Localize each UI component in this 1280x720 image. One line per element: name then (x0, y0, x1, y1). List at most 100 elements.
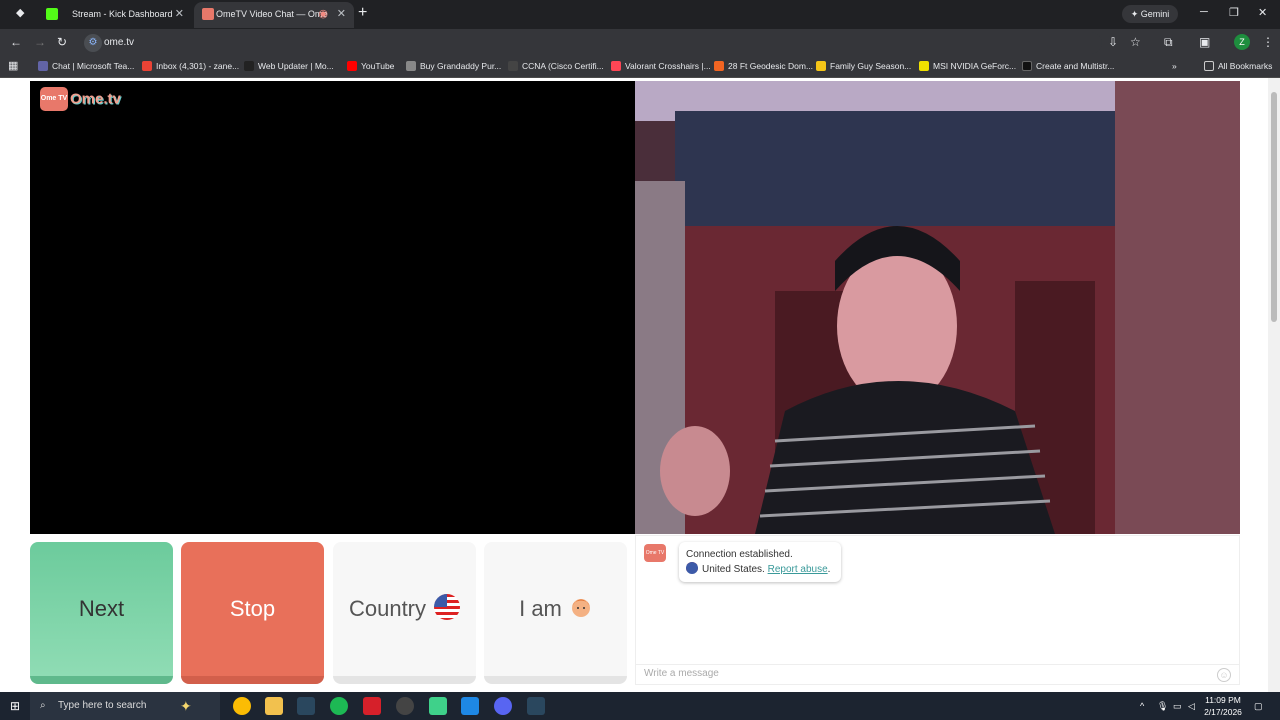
app-green-icon[interactable] (429, 697, 447, 715)
close-tab-icon[interactable]: ✕ (175, 2, 184, 26)
install-icon[interactable]: ⇩ (1108, 35, 1118, 49)
more-bookmarks-icon[interactable]: » (1172, 56, 1177, 77)
app-red-icon[interactable] (363, 697, 381, 715)
restore-icon[interactable]: ❐ (1229, 6, 1239, 19)
bookmark-label: Create and Multistr... (1036, 61, 1115, 71)
volume-icon[interactable]: ◁ (1188, 692, 1195, 720)
tray-chevron-icon[interactable]: ^ (1140, 692, 1144, 720)
address-bar[interactable]: ⚙ ome.tv (82, 32, 1102, 54)
extensions-icon[interactable]: ⧉ (1164, 35, 1173, 50)
obs-icon[interactable] (396, 697, 414, 715)
bookmark-item[interactable]: Family Guy Season... (816, 56, 911, 77)
next-button[interactable]: Next (30, 542, 173, 684)
bookmark-item[interactable]: Create and Multistr... (1022, 56, 1114, 77)
chat-panel: Ome TV Connection established. United St… (635, 535, 1240, 685)
us-flag-icon (434, 594, 461, 620)
clock-time: 11:09 PM (1205, 695, 1241, 705)
discord-icon[interactable] (494, 697, 512, 715)
country-button[interactable]: Country (333, 542, 476, 684)
bookmark-item[interactable]: YouTube (347, 56, 394, 77)
ometv-page: Ome TV Ome.tv Next Stop Country I am Ome… (0, 78, 1280, 692)
side-panel-icon[interactable]: ▣ (1199, 35, 1210, 49)
country-text: United States. (702, 564, 765, 575)
iam-label: I am (519, 596, 562, 621)
tab-search-icon[interactable]: ◆ (16, 6, 24, 19)
bookmark-item[interactable]: Valorant Crosshairs |... (611, 56, 711, 77)
bookmark-item[interactable]: Inbox (4,301) - zane... (142, 56, 239, 77)
file-explorer-icon[interactable] (265, 697, 283, 715)
gmail-icon (142, 61, 152, 71)
boy-face-icon (570, 545, 592, 617)
gemini-button[interactable]: ✦ Gemini (1122, 5, 1178, 23)
webupdater-icon (244, 61, 254, 71)
forward-icon[interactable]: → (34, 35, 46, 49)
windows-start-icon[interactable]: ⊞ (10, 692, 20, 720)
close-window-icon[interactable]: ✕ (1258, 6, 1267, 19)
restream-icon (1022, 61, 1032, 71)
steam-2-icon[interactable] (527, 697, 545, 715)
youtube-icon (347, 61, 357, 71)
familyguy-icon (816, 61, 826, 71)
steam-icon[interactable] (297, 697, 315, 715)
all-bookmarks-label: All Bookmarks (1218, 61, 1273, 71)
minimize-icon[interactable]: ─ (1200, 6, 1208, 18)
tab-kick-dashboard[interactable]: Stream - Kick Dashboard ✕ (30, 2, 192, 28)
microphone-icon[interactable]: 🎙 (1157, 692, 1168, 720)
country-label: Country (348, 596, 427, 621)
scroll-thumb[interactable] (1271, 92, 1277, 322)
gender-button[interactable]: I am (484, 542, 627, 684)
sparkle-icon: ✦ (180, 698, 192, 714)
chrome-taskbar-icon[interactable] (233, 697, 251, 715)
connection-status: Connection established. (686, 549, 793, 560)
webcam-feed-image (635, 81, 1240, 534)
spotify-icon[interactable] (330, 697, 348, 715)
bookmark-item[interactable]: Chat | Microsoft Tea... (38, 56, 134, 77)
bookmark-label: CCNA (Cisco Certifi... (522, 61, 604, 71)
app-blue-icon[interactable] (461, 697, 479, 715)
apps-grid-icon[interactable]: ▦ (8, 56, 18, 77)
close-tab-icon[interactable]: ✕ (337, 2, 346, 26)
profile-avatar[interactable]: Z (1234, 34, 1250, 50)
etsy-icon (714, 61, 724, 71)
bookmark-item[interactable]: CCNA (Cisco Certifi... (508, 56, 604, 77)
stop-label: Stop (229, 596, 276, 621)
taskbar-search[interactable]: ⌕ Type here to search ✦ (30, 692, 220, 720)
bookmark-item[interactable]: Buy Grandaddy Pur... (406, 56, 501, 77)
emoji-icon[interactable]: ☺ (1217, 668, 1231, 682)
back-icon[interactable]: ← (10, 35, 22, 49)
bookmark-label: 28 Ft Geodesic Dom... (728, 61, 814, 71)
notifications-icon[interactable]: ▢ (1254, 692, 1263, 720)
remote-video (635, 81, 1240, 534)
bookmark-star-icon[interactable]: ☆ (1130, 35, 1141, 49)
url-text: ome.tv (104, 37, 135, 48)
ometv-logo: Ome TV Ome.tv (40, 87, 121, 113)
menu-icon[interactable]: ⋮ (1262, 35, 1274, 49)
valorant-icon (611, 61, 621, 71)
country-line: United States. Report abuse. (686, 562, 834, 577)
bookmark-item[interactable]: MSI NVIDIA GeForc... (919, 56, 1016, 77)
stop-button[interactable]: Stop (181, 542, 324, 684)
network-icon[interactable]: ▭ (1173, 692, 1182, 720)
tab-strip: ◆ Stream - Kick Dashboard ✕ OmeTV Video … (0, 0, 1280, 29)
system-clock[interactable]: 11:09 PM 2/17/2026 (1198, 694, 1248, 718)
all-bookmarks-button[interactable]: All Bookmarks (1204, 56, 1272, 77)
page-scrollbar[interactable] (1268, 78, 1280, 692)
new-tab-icon[interactable]: + (358, 5, 367, 21)
search-icon: ⌕ (40, 700, 46, 711)
clock-date: 2/17/2026 (1204, 707, 1242, 717)
reload-icon[interactable]: ↻ (57, 35, 67, 49)
next-label: Next (78, 596, 125, 621)
recording-icon: ◉ (318, 8, 328, 20)
bookmark-item[interactable]: 28 Ft Geodesic Dom... (714, 56, 813, 77)
site-info-icon[interactable]: ⚙ (84, 34, 102, 52)
msi-icon (919, 61, 929, 71)
tab-title: OmeTV Video Chat — Ome (216, 9, 328, 19)
bookmarks-bar: ▦ Chat | Microsoft Tea... Inbox (4,301) … (0, 56, 1280, 78)
bookmark-item[interactable]: Web Updater | Mo... (244, 56, 334, 77)
message-input[interactable]: Write a message ☺ (636, 664, 1239, 684)
report-abuse-link[interactable]: Report abuse (768, 564, 828, 575)
bookmark-label: Chat | Microsoft Tea... (52, 61, 135, 71)
tab-ometv[interactable]: OmeTV Video Chat — Ome ◉ ✕ (194, 2, 354, 28)
windows-taskbar: ⊞ ⌕ Type here to search ✦ ^ 🎙 ▭ ◁ 11:09 … (0, 692, 1280, 720)
bookmark-label: Valorant Crosshairs |... (625, 61, 711, 71)
